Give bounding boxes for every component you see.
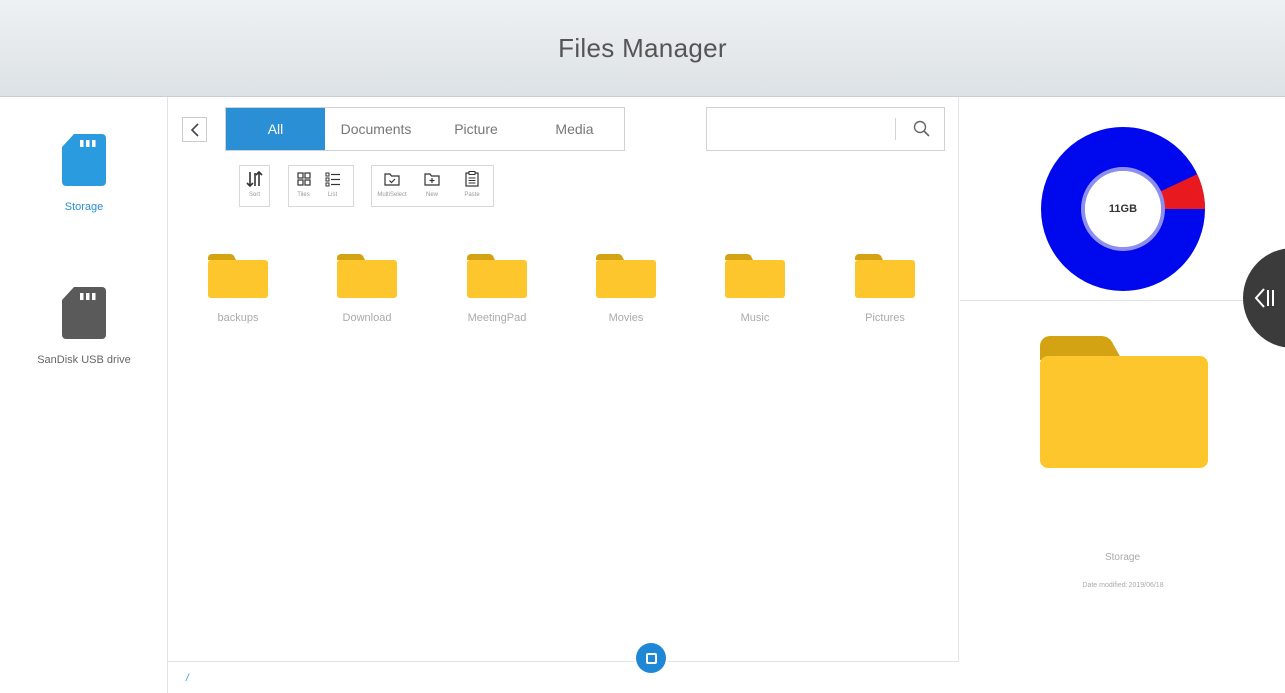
folder-item[interactable]: Download bbox=[317, 252, 417, 324]
details-panel: 11GB Storage Date modified:2019/06/18 bbox=[960, 97, 1285, 693]
search-box bbox=[706, 107, 945, 151]
selected-item-details: Storage Date modified:2019/06/18 bbox=[960, 302, 1285, 693]
folder-icon bbox=[725, 254, 785, 298]
sort-icon bbox=[245, 170, 263, 188]
view-group: Tiles List bbox=[288, 165, 354, 207]
folder-icon bbox=[467, 254, 527, 298]
collapse-panel-icon bbox=[1254, 288, 1274, 308]
chevron-left-icon bbox=[190, 122, 199, 137]
list-label: List bbox=[327, 192, 338, 198]
sd-card-icon bbox=[60, 132, 108, 187]
folder-icon bbox=[337, 254, 397, 298]
file-browser: All Documents Picture Media Sort Tiles L… bbox=[168, 97, 959, 693]
sd-card-icon bbox=[60, 285, 108, 340]
multiselect-label: MultiSelect bbox=[377, 192, 407, 198]
date-modified-value: 2019/06/18 bbox=[1128, 582, 1164, 589]
new-folder-icon bbox=[424, 173, 440, 186]
folder-item[interactable]: Pictures bbox=[835, 252, 935, 324]
folder-name: Pictures bbox=[865, 312, 905, 324]
sidebar-item-label: SanDisk USB drive bbox=[37, 354, 131, 366]
files-manager-window: Files Manager Storage SanDisk USB drive … bbox=[0, 0, 1285, 693]
filter-tabs: All Documents Picture Media bbox=[225, 107, 625, 151]
folder-name: Music bbox=[740, 312, 770, 324]
sort-label: Sort bbox=[248, 192, 260, 198]
folder-grid: backups Download MeetingPad Movies Music… bbox=[168, 252, 959, 332]
actions-group: MultiSelect New Paste bbox=[371, 165, 494, 207]
tab-media[interactable]: Media bbox=[525, 108, 624, 150]
search-icon[interactable] bbox=[912, 119, 932, 139]
folder-name: Download bbox=[342, 312, 392, 324]
sidebar: Storage SanDisk USB drive bbox=[0, 97, 168, 693]
folder-icon bbox=[208, 254, 268, 298]
paste-label: Paste bbox=[464, 192, 480, 198]
date-modified-label: Date modified: bbox=[1082, 582, 1128, 589]
folder-item[interactable]: Music bbox=[705, 252, 805, 324]
storage-usage-chart: 11GB bbox=[960, 97, 1285, 301]
folder-name: MeetingPad bbox=[467, 312, 527, 324]
list-icon bbox=[325, 172, 340, 187]
home-button[interactable] bbox=[636, 643, 666, 673]
folder-icon bbox=[855, 254, 915, 298]
folder-item[interactable]: MeetingPad bbox=[447, 252, 547, 324]
tiles-label: Tiles bbox=[297, 192, 310, 198]
new-label: New bbox=[425, 192, 438, 198]
folder-item[interactable]: Movies bbox=[576, 252, 676, 324]
tab-picture[interactable]: Picture bbox=[427, 108, 525, 150]
tab-all[interactable]: All bbox=[226, 108, 325, 150]
folder-item[interactable]: backups bbox=[188, 252, 288, 324]
multiselect-icon bbox=[384, 173, 400, 186]
sort-button[interactable]: Sort bbox=[240, 166, 269, 206]
current-path[interactable]: / bbox=[186, 673, 189, 684]
list-view-button[interactable]: List bbox=[318, 166, 347, 206]
sidebar-item-storage[interactable]: Storage bbox=[0, 132, 168, 213]
square-icon bbox=[645, 652, 657, 664]
folder-name: Movies bbox=[608, 312, 644, 324]
detail-name: Storage bbox=[1104, 552, 1141, 563]
detail-date-modified: Date modified:2019/06/18 bbox=[960, 582, 1285, 589]
tab-documents[interactable]: Documents bbox=[325, 108, 427, 150]
tiles-view-button[interactable]: Tiles bbox=[289, 166, 318, 206]
folder-icon bbox=[596, 254, 656, 298]
title-bar: Files Manager bbox=[0, 0, 1285, 97]
tiles-icon bbox=[296, 172, 311, 186]
storage-total-label: 11GB bbox=[1108, 203, 1138, 215]
multiselect-button[interactable]: MultiSelect bbox=[372, 166, 412, 206]
folder-icon bbox=[1040, 336, 1208, 468]
new-folder-button[interactable]: New bbox=[412, 166, 452, 206]
back-button[interactable] bbox=[182, 117, 207, 142]
paste-button[interactable]: Paste bbox=[452, 166, 492, 206]
folder-name: backups bbox=[217, 312, 259, 324]
search-divider bbox=[895, 118, 896, 140]
sort-group: Sort bbox=[239, 165, 270, 207]
path-bar: / bbox=[168, 661, 959, 693]
sidebar-item-label: Storage bbox=[64, 201, 104, 213]
window-title: Files Manager bbox=[558, 32, 727, 63]
sidebar-item-usb-drive[interactable]: SanDisk USB drive bbox=[0, 285, 168, 366]
search-input[interactable] bbox=[707, 108, 893, 150]
paste-icon bbox=[465, 171, 479, 187]
